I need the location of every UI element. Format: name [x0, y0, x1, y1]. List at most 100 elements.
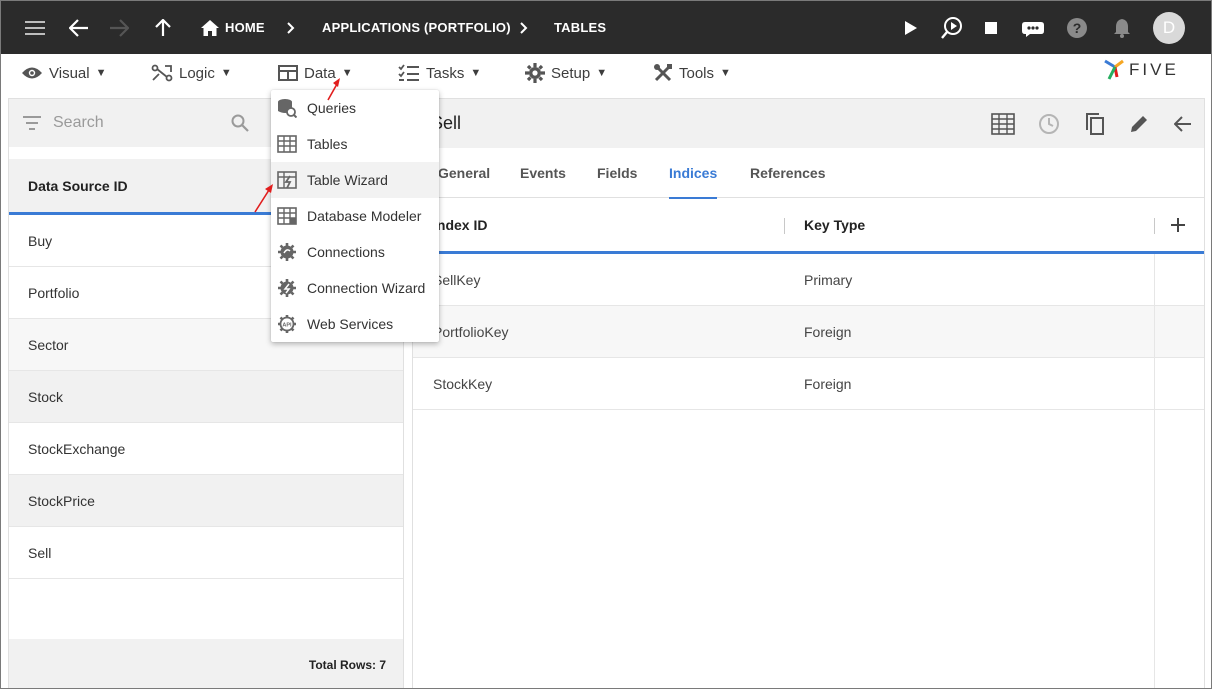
column-header-key-type[interactable]: Key Type	[804, 199, 865, 251]
menu-logic-label: Logic	[179, 64, 215, 82]
avatar[interactable]: D	[1153, 12, 1185, 44]
table-wizard-icon	[277, 171, 297, 189]
tab-indices[interactable]: Indices	[669, 148, 718, 199]
table-row[interactable]: StockKey Foreign	[413, 358, 1204, 410]
list-item-selected[interactable]: Sell	[9, 527, 403, 579]
table-icon	[278, 65, 298, 81]
five-logo-text: FIVE	[1129, 60, 1179, 79]
index-id-cell: SellKey	[433, 272, 481, 288]
menu-item-label: Table Wizard	[307, 172, 388, 188]
tab-general[interactable]: General	[438, 148, 490, 198]
menu-item-label: Connection Wizard	[307, 280, 426, 296]
menu-setup[interactable]: Setup ▼	[525, 54, 607, 92]
caret-down-icon: ▼	[95, 67, 107, 79]
search-icon[interactable]	[231, 114, 249, 132]
index-id-cell: StockKey	[433, 376, 493, 392]
caret-down-icon: ▼	[341, 67, 353, 79]
column-header-index-id[interactable]: Index ID	[433, 199, 487, 251]
column-divider	[1154, 410, 1155, 688]
add-index-button[interactable]	[1170, 199, 1186, 251]
tab-references[interactable]: References	[750, 148, 826, 198]
column-divider	[1154, 254, 1155, 306]
chat-bot-icon[interactable]	[1019, 1, 1047, 54]
menu-item-label: Queries	[307, 100, 357, 116]
menu-item-label: Connections	[307, 244, 385, 260]
indices-grid-header: Index ID Key Type	[413, 199, 1204, 254]
back-arrow-icon[interactable]	[65, 1, 93, 54]
menu-item-label: Tables	[307, 136, 348, 152]
svg-text:API: API	[282, 323, 292, 329]
menu-tasks[interactable]: Tasks ▼	[398, 54, 481, 92]
menu-item-database-modeler[interactable]: Database Modeler	[271, 198, 439, 234]
breadcrumb-applications[interactable]: APPLICATIONS (PORTFOLIO)	[322, 1, 511, 54]
caret-down-icon: ▼	[596, 67, 608, 79]
help-icon[interactable]: ?	[1065, 1, 1089, 54]
menu-item-queries[interactable]: Queries	[271, 90, 439, 126]
search-input[interactable]: Search	[53, 114, 104, 132]
menu-item-connections[interactable]: Connections	[271, 234, 439, 270]
connection-wizard-icon	[278, 279, 296, 297]
menu-data[interactable]: Data ▼	[278, 54, 353, 92]
data-dropdown-menu: Queries Tables Table Wizard Database Mod…	[271, 90, 439, 342]
app-window: HOME APPLICATIONS (PORTFOLIO) TABLES ? D	[0, 0, 1212, 689]
menu-logic[interactable]: Logic ▼	[151, 54, 232, 92]
column-divider	[1154, 218, 1155, 234]
tab-fields[interactable]: Fields	[597, 148, 637, 198]
gear-icon	[525, 63, 545, 83]
breadcrumb-home[interactable]: HOME	[225, 1, 265, 54]
column-divider	[784, 218, 785, 234]
back-arrow-icon[interactable]	[1168, 99, 1198, 148]
detail-header: Sell	[413, 99, 1204, 148]
filter-icon[interactable]	[23, 116, 41, 130]
up-arrow-icon[interactable]	[149, 1, 177, 54]
menu-item-web-services[interactable]: API Web Services	[271, 306, 439, 342]
breadcrumb-tables[interactable]: TABLES	[554, 1, 606, 54]
menu-tasks-label: Tasks	[426, 64, 465, 82]
column-divider	[1154, 358, 1155, 410]
svg-text:?: ?	[1073, 20, 1082, 36]
list-item[interactable]: StockPrice	[9, 475, 403, 527]
caret-down-icon: ▼	[720, 67, 731, 79]
hamburger-menu-icon[interactable]	[21, 1, 49, 54]
chevron-right-icon	[284, 1, 298, 54]
tools-icon	[654, 64, 672, 82]
stop-icon[interactable]	[981, 1, 1001, 54]
five-logo-mark-icon	[1104, 59, 1124, 80]
eye-icon	[22, 67, 42, 79]
tables-icon	[277, 135, 297, 153]
key-type-cell: Foreign	[804, 324, 852, 340]
home-icon[interactable]	[199, 1, 221, 54]
menu-item-label: Web Services	[307, 316, 394, 332]
debug-run-icon[interactable]	[938, 1, 966, 54]
menu-visual[interactable]: Visual ▼	[21, 54, 106, 92]
tab-events[interactable]: Events	[520, 148, 566, 198]
list-item[interactable]: StockExchange	[9, 423, 403, 475]
five-logo: FIVE	[1101, 57, 1179, 83]
top-bar: HOME APPLICATIONS (PORTFOLIO) TABLES ? D	[1, 1, 1211, 54]
column-divider	[1154, 306, 1155, 358]
menu-item-label: Database Modeler	[307, 208, 422, 224]
edit-pencil-icon[interactable]	[1124, 99, 1154, 148]
menu-bar: Visual ▼ Logic ▼ Data ▼ Tasks ▼ Setup ▼ …	[1, 54, 1211, 92]
copy-icon[interactable]	[1080, 99, 1110, 148]
key-type-cell: Primary	[804, 272, 853, 288]
list-item[interactable]: Stock	[9, 371, 403, 423]
notifications-bell-icon[interactable]	[1110, 1, 1134, 54]
history-clock-icon[interactable]	[1034, 99, 1064, 148]
menu-item-table-wizard[interactable]: Table Wizard	[271, 162, 439, 198]
menu-tools[interactable]: Tools ▼	[653, 54, 731, 92]
menu-data-label: Data	[304, 64, 336, 82]
caret-down-icon: ▼	[470, 67, 482, 79]
web-services-icon: API	[278, 315, 296, 333]
menu-item-tables[interactable]: Tables	[271, 126, 439, 162]
run-icon[interactable]	[899, 1, 923, 54]
connections-icon	[278, 243, 296, 261]
menu-item-connection-wizard[interactable]: Connection Wizard	[271, 270, 439, 306]
tasks-icon	[398, 64, 419, 81]
table-row[interactable]: PortfolioKey Foreign	[413, 306, 1204, 358]
forward-arrow-icon[interactable]	[105, 1, 133, 54]
grid-view-icon[interactable]	[988, 99, 1018, 148]
table-row[interactable]: SellKey Primary	[413, 254, 1204, 306]
queries-icon	[278, 99, 297, 118]
table-detail-panel: Sell General Events Fields Indices Refer…	[412, 98, 1205, 688]
